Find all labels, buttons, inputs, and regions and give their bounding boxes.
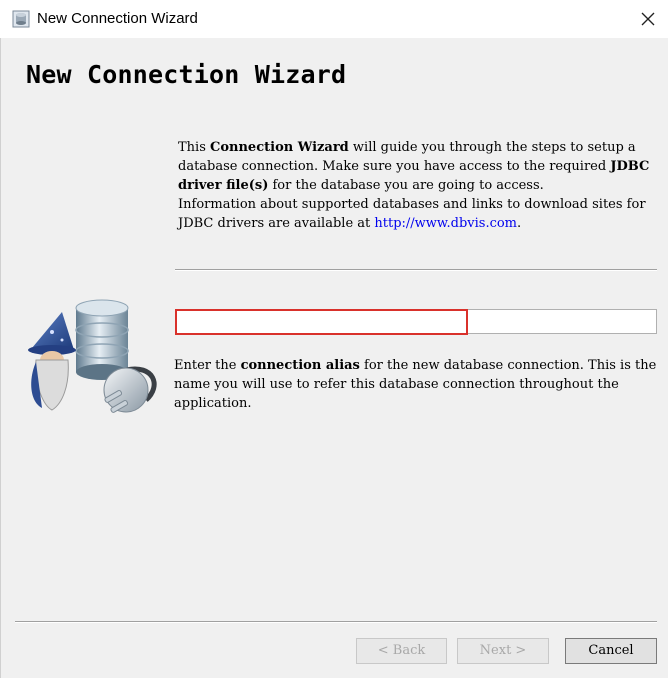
next-button[interactable]: Next >: [457, 638, 549, 664]
title-bar: New Connection Wizard: [0, 0, 668, 38]
close-icon[interactable]: [638, 9, 658, 29]
cancel-button[interactable]: Cancel: [565, 638, 657, 664]
intro-bold-wizard: Connection Wizard: [210, 140, 349, 155]
database-app-icon: [12, 10, 30, 28]
intro-text: This Connection Wizard will guide you th…: [178, 138, 656, 233]
intro-text-part: for the database you are going to access…: [268, 178, 544, 193]
window-title: New Connection Wizard: [37, 10, 198, 27]
separator: [175, 269, 657, 271]
help-bold-alias: connection alias: [240, 358, 360, 373]
intro-text-part: This: [178, 140, 211, 155]
intro-text-part: .: [517, 216, 522, 231]
back-button[interactable]: < Back: [356, 638, 447, 664]
dbvis-link[interactable]: http://www.dbvis.com: [374, 216, 517, 231]
wizard-heading: New Connection Wizard: [26, 60, 347, 89]
alias-help-text: Enter the connection alias for the new d…: [174, 356, 658, 413]
connection-alias-input[interactable]: [175, 309, 657, 334]
button-bar-separator: [15, 621, 657, 623]
help-text-part: Enter the: [174, 358, 241, 373]
wizard-database-plug-icon: [28, 299, 157, 413]
